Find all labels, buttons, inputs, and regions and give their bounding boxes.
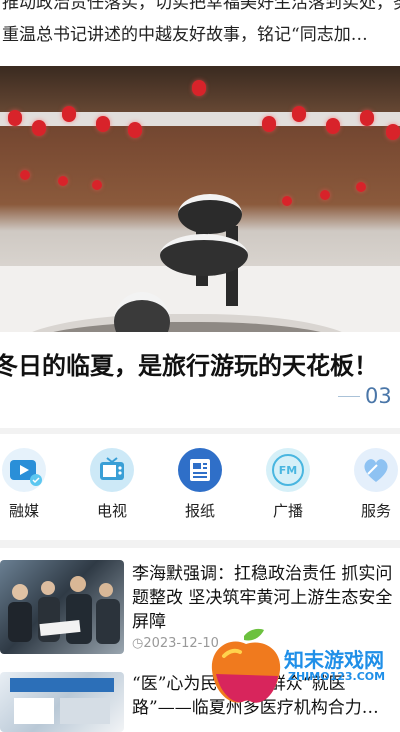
svg-text:FM: FM — [279, 464, 297, 477]
channel-nav: 融媒 电视 报纸 FM 广播 服务 — [0, 434, 400, 538]
fm-radio-icon: FM — [266, 448, 310, 492]
news-title[interactable]: 李海默强调：扛稳政治责任 抓实问题整改 坚决筑牢黄河上游生态安全屏障 — [132, 562, 400, 634]
previous-headlines: 推动政治责任落实，切实把幸福美好生活落到实处，努力推动城市高质量发展 重温总书记… — [0, 0, 400, 62]
news-thumbnail[interactable] — [0, 672, 124, 732]
newspaper-icon — [178, 448, 222, 492]
news-list: 李海默强调：扛稳政治责任 抓实问题整改 坚决筑牢黄河上游生态安全屏障 ◷2023… — [0, 548, 400, 732]
pager-line — [338, 396, 360, 397]
lantern-icon — [8, 110, 22, 126]
lantern-icon — [360, 110, 374, 126]
nav-item-tv[interactable]: 电视 — [82, 448, 142, 534]
news-title[interactable]: “医”心为民“点亮”群众“就医路”——临夏州多医疗机构合力… — [132, 672, 400, 720]
lantern-icon — [386, 124, 400, 140]
section-divider — [0, 540, 400, 548]
nav-label: 广播 — [272, 502, 303, 520]
lantern-icon — [20, 170, 30, 180]
lantern-icon — [92, 180, 102, 190]
previous-headline-2[interactable]: 重温总书记讲述的中越友好故事，铭记“同志加… — [2, 20, 368, 45]
nav-label: 电视 — [96, 502, 127, 520]
carousel-headline[interactable]: 冬日的临夏，是旅行游玩的天花板！ — [0, 346, 378, 381]
news-thumbnail[interactable] — [0, 560, 124, 654]
snow-sculpture-middle — [160, 234, 248, 276]
tv-icon — [90, 448, 134, 492]
lantern-icon — [282, 196, 292, 206]
news-time: ◷2023-12-10 — [132, 636, 219, 651]
previous-headline-1[interactable]: 推动政治责任落实，切实把幸福美好生活落到实处，努力推动城市高质量发展 — [2, 0, 400, 13]
video-media-icon — [2, 448, 46, 492]
news-item[interactable]: 李海默强调：扛稳政治责任 抓实问题整改 坚决筑牢黄河上游生态安全屏障 ◷2023… — [0, 558, 400, 662]
nav-item-radio[interactable]: FM 广播 — [258, 448, 318, 534]
carousel-image[interactable] — [0, 66, 400, 332]
service-icon — [354, 448, 398, 492]
nav-item-rongmei[interactable]: 融媒 — [0, 448, 54, 534]
lantern-icon — [356, 182, 366, 192]
lantern-icon — [128, 122, 142, 138]
lantern-icon — [58, 176, 68, 186]
lantern-icon — [62, 106, 76, 122]
news-item[interactable]: “医”心为民“点亮”群众“就医路”——临夏州多医疗机构合力… — [0, 666, 400, 732]
lantern-icon — [96, 116, 110, 132]
clock-icon: ◷ — [132, 636, 144, 651]
nav-label: 融媒 — [8, 502, 39, 520]
snow-sculpture-top — [178, 194, 242, 234]
nav-label: 服务 — [360, 502, 391, 520]
nav-item-service[interactable]: 服务 — [346, 448, 400, 534]
news-time-text: 2023-12-10 — [143, 636, 219, 651]
nav-item-newspaper[interactable]: 报纸 — [170, 448, 230, 534]
pager-number: 03 — [365, 384, 392, 408]
carousel-pager: 03 — [338, 384, 400, 408]
carousel-caption[interactable]: 冬日的临夏，是旅行游玩的天花板！ — [0, 332, 400, 428]
lantern-icon — [320, 190, 330, 200]
nav-label: 报纸 — [184, 502, 215, 520]
lantern-icon — [292, 106, 306, 122]
lantern-icon — [32, 120, 46, 136]
lantern-icon — [326, 118, 340, 134]
lantern-icon — [262, 116, 276, 132]
snow-roof — [0, 112, 400, 126]
lantern-icon — [192, 80, 206, 96]
